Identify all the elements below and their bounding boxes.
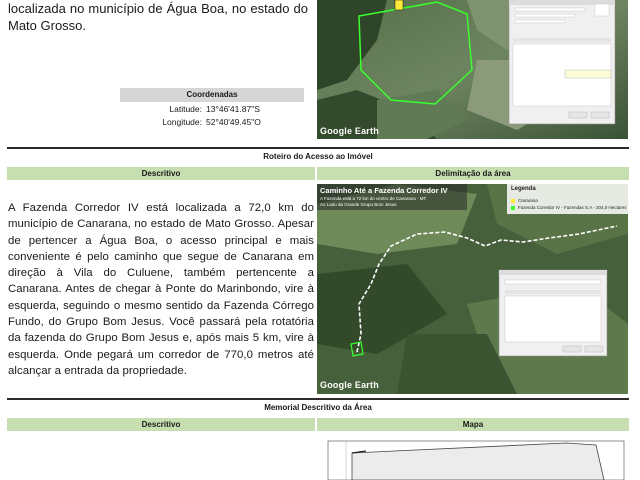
section2-col-descritivo: Descritivo	[7, 167, 315, 180]
section-divider	[7, 147, 629, 149]
section-divider	[7, 398, 629, 400]
section1-text: localizada no município de Água Boa, no …	[8, 1, 308, 33]
satellite-map-property-image	[317, 0, 628, 139]
google-earth-logo: Google Earth	[320, 380, 379, 390]
section3-col-descritivo: Descritivo	[7, 418, 315, 431]
satellite-map-route: Caminho Até a Fazenda Corredor IV A Faze…	[317, 184, 628, 394]
access-route-paragraph: A Fazenda Corredor IV está localizada a …	[8, 202, 314, 377]
section2-title: Roteiro do Acesso ao Imóvel	[7, 150, 629, 164]
route-map-subtitle-2: Ao Lado da Grande Grupo Bom Jesus	[320, 202, 397, 207]
longitude-value: 52°40'49.45"O	[206, 117, 261, 127]
section2-col-delimitacao: Delimitação da área	[317, 167, 629, 180]
route-map-subtitle-1: A Fazenda está a 72 km do centro de Cana…	[320, 196, 427, 201]
satellite-map-property: Google Earth	[317, 0, 628, 139]
legend-item-canarana: Canarana	[518, 198, 538, 203]
google-earth-logo: Google Earth	[320, 126, 379, 136]
latitude-label: Latitude:	[169, 104, 202, 114]
section3-title: Memorial Descritivo da Área	[7, 401, 629, 415]
longitude-label: Longitude:	[162, 117, 202, 127]
property-plan-map	[326, 437, 626, 480]
legend-title: Legenda	[511, 186, 536, 192]
route-map-title: Caminho Até a Fazenda Corredor IV	[320, 186, 448, 195]
latitude-row: Latitude: 13°46'41.87"S	[120, 103, 304, 116]
section3-col-mapa: Mapa	[317, 418, 629, 431]
legend-item-fazenda: Fazenda Corredor IV - Fazendas S.A - 204…	[518, 205, 627, 210]
latitude-value: 13°46'41.87"S	[206, 104, 260, 114]
satellite-map-route-image	[317, 184, 628, 394]
longitude-row: Longitude: 52°40'49.45"O	[120, 116, 304, 129]
property-plan-map-image	[327, 440, 625, 480]
coordinates-title: Coordenadas	[120, 88, 304, 102]
